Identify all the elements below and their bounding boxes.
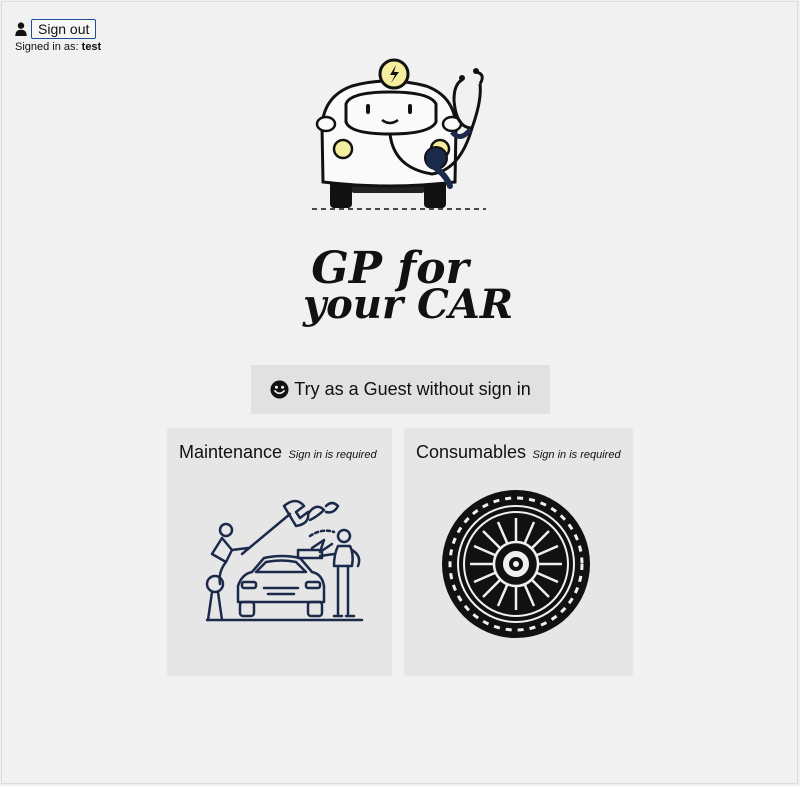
consumables-card[interactable]: Consumables Sign in is required: [404, 428, 633, 676]
maintenance-card-title: Maintenance Sign in is required: [179, 442, 377, 463]
account-panel: Sign out Signed in as: test: [15, 19, 101, 53]
account-row: Sign out: [15, 19, 101, 39]
maintenance-signin-note: Sign in is required: [288, 449, 377, 461]
signed-in-prefix: Signed in as:: [15, 41, 82, 53]
signed-in-status: Signed in as: test: [15, 41, 101, 53]
app-logo: GP for your CAR: [302, 58, 513, 328]
tire-illustration: [442, 490, 590, 638]
guest-button[interactable]: Try as a Guest without sign in: [251, 365, 550, 414]
consumables-title: Consumables: [416, 442, 527, 462]
sign-out-button[interactable]: Sign out: [31, 19, 97, 39]
maintenance-title: Maintenance: [179, 442, 283, 462]
smile-icon: [270, 380, 289, 399]
signed-in-username: test: [81, 41, 102, 53]
guest-button-label: Try as a Guest without sign in: [294, 379, 531, 399]
maintenance-card[interactable]: Maintenance Sign in is required: [167, 428, 392, 676]
logo-text-line2: your CAR: [302, 281, 513, 328]
maintenance-illustration: [205, 499, 364, 622]
consumables-card-title: Consumables Sign in is required: [416, 442, 621, 463]
consumables-signin-note: Sign in is required: [532, 449, 621, 461]
user-icon: [15, 22, 27, 36]
